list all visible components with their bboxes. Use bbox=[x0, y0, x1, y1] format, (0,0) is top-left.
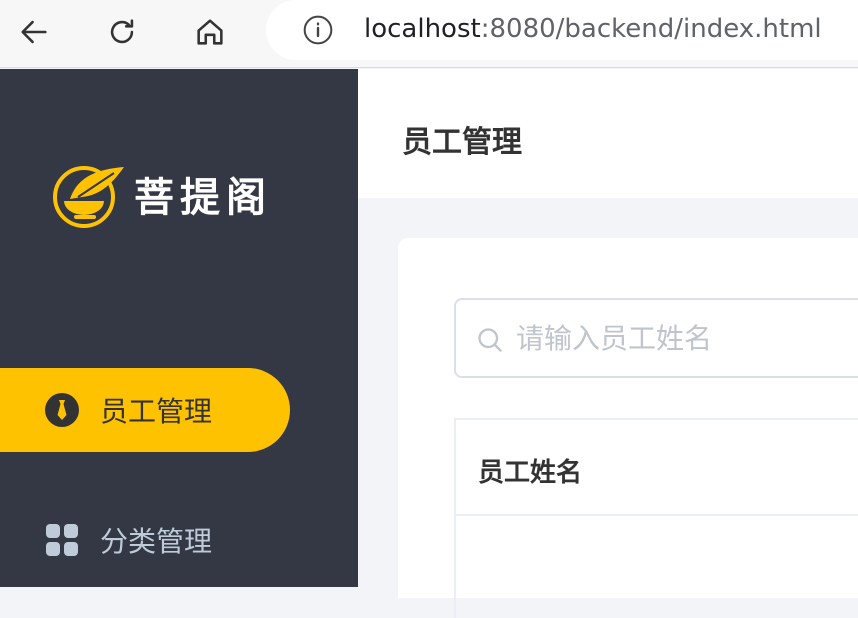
url-text[interactable]: localhost:8080/backend/index.html bbox=[364, 14, 822, 44]
sidebar-item-category[interactable]: 分类管理 bbox=[0, 498, 290, 582]
search-input[interactable] bbox=[516, 316, 856, 360]
page-header: 员工管理 bbox=[358, 69, 858, 198]
page-title: 员工管理 bbox=[402, 125, 522, 160]
home-icon bbox=[197, 19, 223, 45]
table-header: 员工姓名 bbox=[456, 420, 858, 516]
sidebar-item-label: 分类管理 bbox=[100, 525, 213, 558]
browser-toolbar: localhost:8080/backend/index.html bbox=[0, 0, 858, 68]
search-box[interactable] bbox=[454, 298, 858, 378]
back-arrow-icon bbox=[21, 20, 47, 44]
url-host: localhost bbox=[364, 14, 481, 44]
content-card: 员工姓名 bbox=[398, 238, 858, 618]
employee-table: 员工姓名 bbox=[454, 418, 858, 618]
logo: 菩提阁 bbox=[48, 161, 298, 231]
grid-icon bbox=[46, 524, 78, 556]
sidebar-item-label: 员工管理 bbox=[100, 395, 213, 428]
info-icon[interactable] bbox=[302, 14, 334, 46]
tea-leaf-logo-icon bbox=[53, 166, 124, 228]
sidebar: 菩提阁 员工管理 分类管理 bbox=[0, 69, 358, 587]
back-button[interactable] bbox=[12, 10, 56, 54]
necktie-icon bbox=[45, 393, 79, 427]
reload-icon bbox=[110, 19, 134, 44]
logo-text: 菩提阁 bbox=[134, 175, 272, 221]
address-bar[interactable]: localhost:8080/backend/index.html bbox=[266, 0, 858, 60]
url-path: :8080/backend/index.html bbox=[480, 14, 822, 44]
home-button[interactable] bbox=[188, 10, 232, 54]
reload-button[interactable] bbox=[100, 10, 144, 54]
column-header-name: 员工姓名 bbox=[478, 458, 583, 488]
search-icon bbox=[478, 328, 502, 352]
sidebar-item-employee[interactable]: 员工管理 bbox=[0, 368, 290, 452]
